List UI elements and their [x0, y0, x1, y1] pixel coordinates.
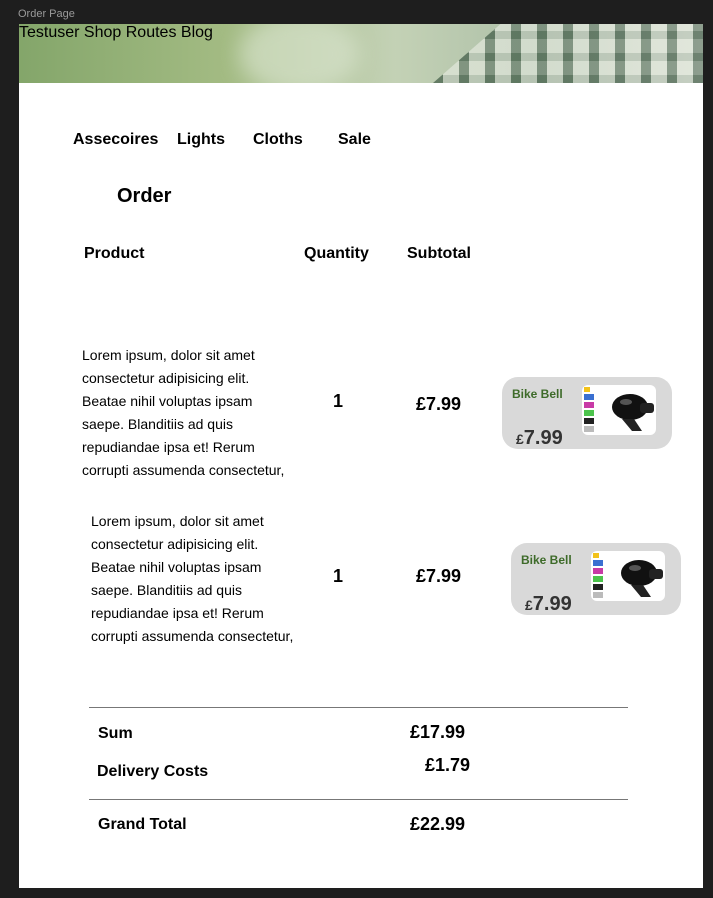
order-page: Testuser Shop Routes Blog Assecoires Lig… — [19, 24, 703, 888]
product-description: Lorem ipsum, dolor sit amet consectetur … — [82, 347, 285, 478]
product-card-price: £7.99 — [516, 427, 563, 449]
item-subtotal: £7.99 — [416, 394, 462, 414]
product-description: Lorem ipsum, dolor sit amet consectetur … — [91, 513, 294, 644]
bike-bell-image — [591, 551, 665, 601]
product-card[interactable]: Bike Bell £7.99 — [511, 543, 681, 615]
nav-blog-link[interactable]: Blog — [181, 24, 213, 41]
frame-label: Order Page — [18, 8, 75, 20]
nav-user-link[interactable]: Testuser — [19, 24, 79, 41]
product-card-name: Bike Bell — [521, 553, 572, 567]
header-banner: Testuser Shop Routes Blog — [19, 24, 703, 83]
grand-total-value: £22.99 — [410, 814, 466, 834]
header-quantity: Quantity — [304, 245, 369, 262]
grand-total-label: Grand Total — [98, 816, 187, 833]
category-accessories[interactable]: Assecoires — [73, 131, 158, 149]
delivery-costs-label: Delivery Costs — [97, 763, 209, 780]
product-card-price: £7.99 — [525, 593, 572, 615]
nav-shop-link[interactable]: Shop — [84, 24, 121, 41]
product-card-name: Bike Bell — [512, 387, 563, 401]
category-sale[interactable]: Sale — [338, 131, 371, 149]
nav-routes-link[interactable]: Routes — [126, 24, 177, 41]
sum-label: Sum — [98, 725, 133, 742]
totals-divider-bottom — [89, 799, 628, 800]
item-quantity: 1 — [333, 566, 344, 586]
bike-bell-image — [582, 385, 656, 435]
banner-image — [433, 24, 703, 83]
item-quantity: 1 — [333, 391, 344, 411]
product-card[interactable]: Bike Bell £7.99 — [502, 377, 672, 449]
delivery-costs-value: £1.79 — [425, 755, 471, 775]
category-cloths[interactable]: Cloths — [253, 131, 303, 149]
item-subtotal: £7.99 — [416, 566, 462, 586]
page-title: Order — [117, 185, 172, 207]
totals-divider-top — [89, 707, 628, 708]
header-product: Product — [84, 245, 145, 262]
sum-value: £17.99 — [410, 722, 466, 742]
category-lights[interactable]: Lights — [177, 131, 225, 149]
category-nav: Assecoires Lights Cloths Sale — [19, 131, 703, 151]
header-subtotal: Subtotal — [407, 245, 471, 262]
